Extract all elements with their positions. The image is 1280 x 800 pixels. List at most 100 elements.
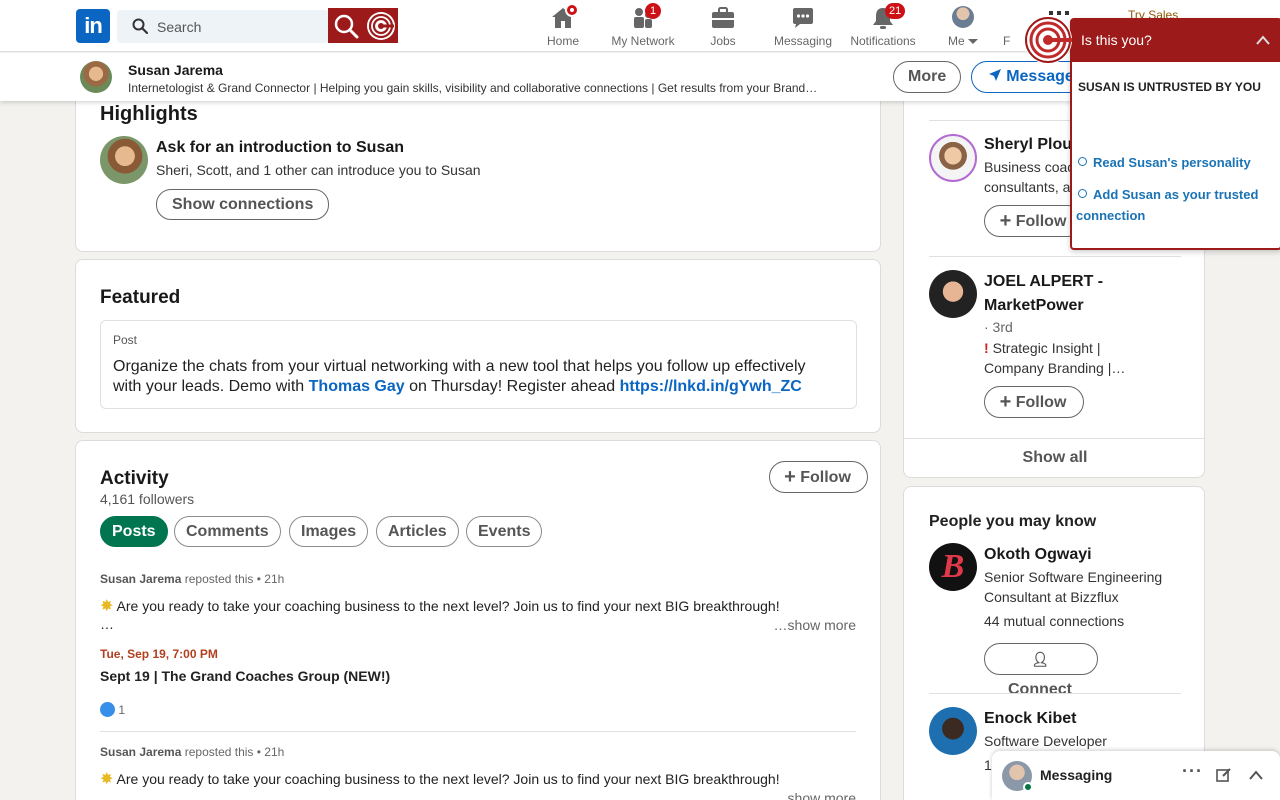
person-name[interactable]: Okoth Ogwayi [984,543,1092,567]
nav-me-label: Me [947,34,965,48]
nav-home[interactable]: Home [521,3,605,48]
messaging-dock[interactable]: Messaging ··· [992,751,1280,800]
person-name-line1[interactable]: JOEL ALPERT - [984,270,1103,294]
more-button[interactable]: More [893,61,962,93]
nav-me-label-wrap: Me [921,34,1005,48]
send-icon [989,69,1002,81]
profile-avatar[interactable] [80,61,112,93]
search-input[interactable] [157,10,322,43]
tab-images[interactable]: Images [289,516,369,547]
person-avatar[interactable] [929,270,977,318]
post-ellipsis: … [100,616,114,632]
network-badge: 1 [645,3,661,19]
plus-icon: + [999,210,1012,232]
event-date: Tue, Sep 19, 7:00 PM [100,647,218,661]
radio-icon [1078,189,1087,198]
message-button-label: Message [1006,68,1074,85]
intro-title[interactable]: Ask for an introduction to Susan [156,139,404,157]
post-text-body: Are you ready to take your coaching busi… [116,598,780,614]
post-divider [100,731,856,732]
post-author[interactable]: Susan Jarema [100,745,181,759]
person-avatar[interactable]: B [929,543,977,591]
nav-messaging-label: Messaging [773,34,833,48]
nav-jobs[interactable]: Jobs [681,4,765,48]
person-headline-line1: ! Strategic Insight | [984,338,1100,358]
dock-label: Messaging [1040,767,1113,783]
nav-me[interactable]: Me [921,4,1005,48]
rail-divider [929,693,1181,694]
read-personality-label: Read Susan's personality [1093,155,1251,170]
reaction-count: 1 [118,703,126,717]
event-title[interactable]: Sept 19 | The Grand Coaches Group (NEW!) [100,668,390,684]
show-all-button[interactable]: Show all [904,449,1204,467]
me-avatar [952,6,974,28]
person-follow-label: Follow [1015,394,1067,411]
tab-posts[interactable]: Posts [100,516,168,547]
profile-headline: Internetologist & Grand Connector | Help… [128,81,818,95]
person-headline-line1: Business coac [984,159,1075,175]
popup-title: Is this you? [1081,32,1152,48]
radio-icon [1078,157,1087,166]
chevron-up-icon[interactable] [1249,770,1263,780]
nav-notifications[interactable]: 21 Notifications [841,3,925,48]
more-options-icon[interactable]: ··· [1182,761,1203,782]
person-headline-line2: 1 [984,757,992,773]
like-icon [100,702,115,717]
tab-articles[interactable]: Articles [376,516,459,547]
nav-my-network-label: My Network [611,34,675,48]
add-trusted-link[interactable]: Add Susan as your trusted connection [1076,184,1272,226]
extension-buttons [328,8,398,43]
nav-home-label: Home [546,34,579,48]
tab-events[interactable]: Events [466,516,543,547]
person-follow-label: Follow [1015,213,1067,230]
nav-messaging[interactable]: Messaging [761,4,845,48]
featured-title: Featured [100,287,181,308]
linkedin-logo[interactable]: in [76,9,110,43]
person-follow-button[interactable]: + Follow [984,386,1084,418]
star-icon: ✸ [100,598,114,615]
show-connections-button[interactable]: Show connections [156,189,330,220]
featured-post[interactable]: Post Organize the chats from your virtua… [100,320,857,409]
search-bar[interactable] [117,10,329,43]
person-name[interactable]: Enock Kibet [984,707,1076,731]
home-icon [550,3,579,30]
chevron-up-icon[interactable] [1256,35,1270,45]
post-meta-text: reposted this • 21h [181,572,285,586]
nav-my-network[interactable]: 1 My Network [601,3,685,48]
notifications-badge: 21 [885,3,906,19]
activity-post: Susan Jarema reposted this • 21h ✸ Are y… [100,743,856,800]
reactions[interactable]: 1 [100,702,125,717]
plus-icon: + [999,391,1012,413]
post-text: ✸ Are you ready to take your coaching bu… [100,596,780,616]
person-name-line2[interactable]: MarketPower [984,294,1084,318]
read-personality-link[interactable]: Read Susan's personality [1078,152,1278,173]
activity-title: Activity [100,468,169,489]
featured-post-label: Post [113,333,138,347]
featured-url-link[interactable]: https://lnkd.in/gYwh_ZC [620,378,802,395]
person-headline-line1-text: Strategic Insight | [992,340,1101,356]
person-headline-line2: consultants, a [984,179,1071,195]
person-headline-line2: Company Branding |… [984,360,1126,376]
network-icon: 1 [630,3,661,30]
extension-target-button[interactable] [363,8,398,43]
connect-button[interactable]: 👤︎ Connect [984,643,1098,698]
mention-link[interactable]: Thomas Gay [309,378,405,395]
intro-subtitle: Sheri, Scott, and 1 other can introduce … [156,162,481,178]
post-meta: Susan Jarema reposted this • 21h [100,572,284,586]
person-avatar[interactable] [929,134,977,182]
person-follow-button[interactable]: + Follow [984,205,1084,237]
activity-follow-button[interactable]: + Follow [769,461,868,493]
person-avatar[interactable] [929,707,977,755]
post-author[interactable]: Susan Jarema [100,572,181,586]
person-name[interactable]: Sheryl Plou [984,133,1072,157]
compose-icon[interactable] [1216,767,1232,783]
show-more-link[interactable]: …show more [774,617,856,633]
nav-notifications-label: Notifications [850,34,916,48]
mutual-connections[interactable]: 44 mutual connections [984,611,1124,631]
extension-search-button[interactable] [328,8,363,43]
tab-comments[interactable]: Comments [174,516,281,547]
featured-post-text-line1: Organize the chats from your virtual net… [113,358,806,375]
show-more-link[interactable]: …show more [774,790,856,800]
person-headline-line2: Consultant at Bizzflux [984,589,1119,605]
untrusted-warning: SUSAN IS UNTRUSTED BY YOU [1078,80,1261,94]
